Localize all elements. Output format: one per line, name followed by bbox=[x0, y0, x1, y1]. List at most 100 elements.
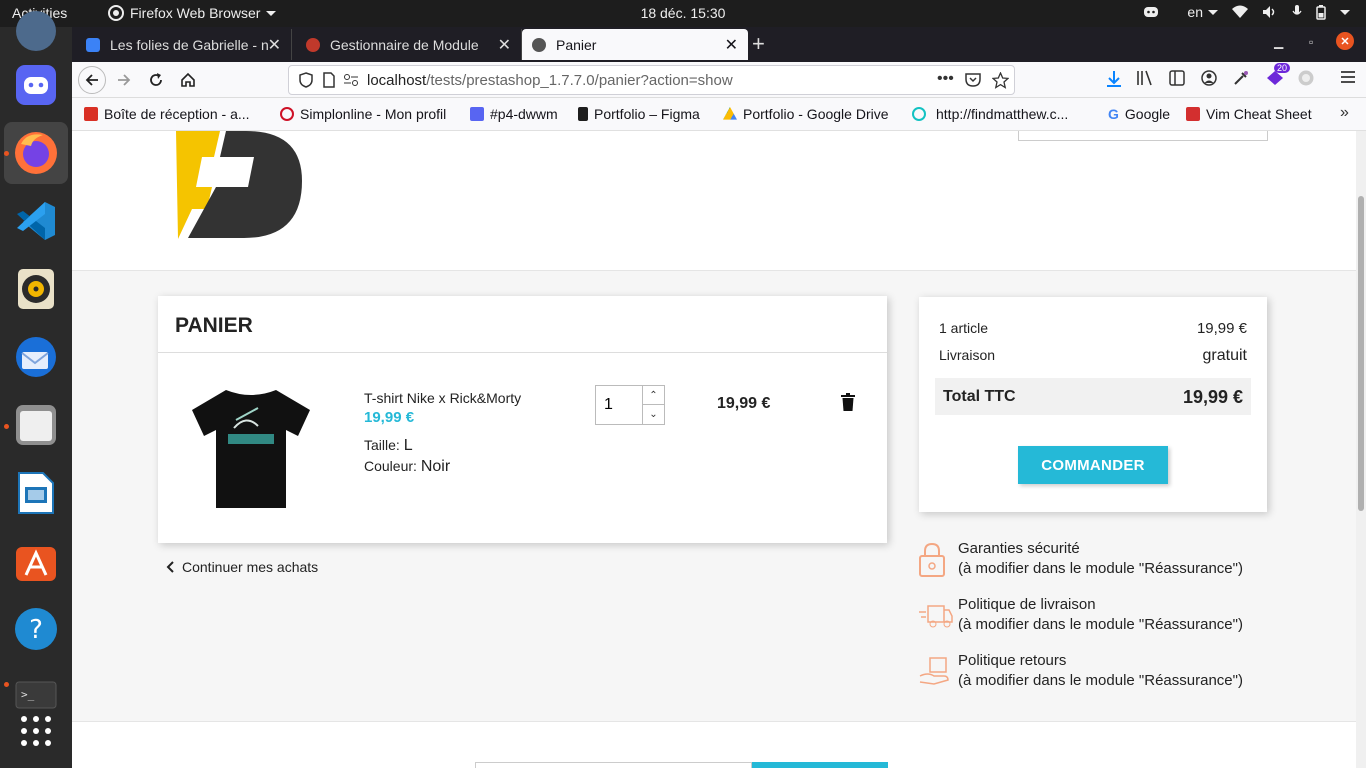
tab-gestionnaire-module[interactable]: Gestionnaire de Module ✕ bbox=[296, 29, 522, 60]
pocket-icon[interactable] bbox=[965, 72, 981, 88]
continue-shopping-link[interactable]: Continuer mes achats bbox=[166, 559, 318, 575]
url-path: /tests/prestashop_1.7.7.0/panier?action=… bbox=[426, 71, 733, 89]
dock: ? >_ bbox=[0, 11, 72, 768]
reassurance-returns: Politique retours (à modifier dans le mo… bbox=[918, 652, 1298, 696]
back-arrow-icon bbox=[85, 74, 98, 86]
dock-discord-icon[interactable] bbox=[12, 61, 60, 109]
shop-header bbox=[72, 131, 1356, 271]
downloads-icon[interactable] bbox=[1106, 70, 1122, 88]
page-scrollbar[interactable] bbox=[1356, 131, 1366, 768]
shield-icon[interactable] bbox=[299, 72, 313, 88]
hamburger-menu-icon[interactable] bbox=[1340, 70, 1356, 84]
quantity-input[interactable]: 1 bbox=[604, 396, 613, 414]
simplonline-icon bbox=[280, 107, 294, 121]
product-image[interactable] bbox=[188, 384, 314, 512]
close-tab-icon[interactable]: ✕ bbox=[498, 35, 511, 55]
search-input[interactable] bbox=[1018, 131, 1268, 141]
wifi-icon[interactable] bbox=[1232, 5, 1248, 19]
more-bookmarks-icon[interactable]: » bbox=[1340, 104, 1349, 122]
bookmark-vim-cheat-sheet[interactable]: Vim Cheat Sheet bbox=[1186, 106, 1312, 122]
bookmark-star-icon[interactable] bbox=[992, 71, 1009, 89]
dock-rhythmbox-icon[interactable] bbox=[12, 265, 60, 313]
newsletter-subscribe-button[interactable] bbox=[752, 762, 888, 768]
findmatthew-icon bbox=[912, 107, 926, 121]
newsletter-email-field[interactable] bbox=[475, 762, 752, 768]
sidebar-icon[interactable] bbox=[1169, 70, 1185, 86]
quantity-stepper[interactable]: 1 ⌃ ⌄ bbox=[595, 385, 665, 425]
volume-icon[interactable] bbox=[1262, 5, 1278, 19]
bookmark-findmatthew[interactable]: http://findmatthew.c... bbox=[912, 106, 1068, 122]
maximize-window-icon[interactable]: ▫ bbox=[1309, 35, 1313, 49]
dock-thunderbird-icon[interactable] bbox=[12, 333, 60, 381]
permissions-icon[interactable] bbox=[343, 73, 359, 87]
cart-card: PANIER T-shirt Nike x Rick&Morty 19,99 €… bbox=[158, 296, 887, 543]
chevron-down-icon[interactable]: ⌄ bbox=[642, 405, 664, 424]
chevron-left-icon bbox=[166, 561, 174, 573]
home-button[interactable] bbox=[174, 66, 202, 94]
clock[interactable]: 18 déc. 15:30 bbox=[641, 5, 726, 21]
color-value: Noir bbox=[420, 458, 451, 475]
cart-title: PANIER bbox=[175, 314, 253, 337]
system-tray[interactable]: en bbox=[1143, 4, 1350, 20]
product-name[interactable]: T-shirt Nike x Rick&Morty bbox=[364, 390, 521, 406]
bookmark-simplonline[interactable]: Simplonline - Mon profil bbox=[280, 106, 446, 122]
tab-les-folies[interactable]: Les folies de Gabrielle - n ✕ bbox=[76, 29, 292, 60]
summary-shipping-label: Livraison bbox=[939, 347, 996, 363]
tab-panier[interactable]: Panier ✕ bbox=[522, 29, 748, 60]
newsletter-section bbox=[72, 721, 1356, 768]
dock-app-partial[interactable] bbox=[12, 7, 60, 55]
new-tab-button[interactable]: + bbox=[752, 31, 765, 57]
url-bar[interactable]: localhost/tests/prestashop_1.7.7.0/panie… bbox=[288, 65, 1015, 95]
dock-help-icon[interactable]: ? bbox=[12, 605, 60, 653]
divider bbox=[158, 352, 887, 353]
shop-logo[interactable] bbox=[174, 131, 304, 239]
url-text[interactable]: localhost/tests/prestashop_1.7.7.0/panie… bbox=[367, 72, 733, 89]
page-actions-icon[interactable]: ••• bbox=[937, 70, 954, 88]
discord-tray-icon[interactable] bbox=[1143, 6, 1159, 18]
bookmark-google-drive[interactable]: Portfolio - Google Drive bbox=[723, 106, 889, 122]
dock-firefox-icon[interactable] bbox=[4, 122, 68, 184]
microphone-icon[interactable] bbox=[1292, 5, 1302, 19]
language-selector[interactable]: en bbox=[1187, 4, 1218, 20]
bookmark-google[interactable]: G Google bbox=[1108, 106, 1170, 122]
checkout-button[interactable]: COMMANDER bbox=[1018, 446, 1168, 484]
svg-text:?: ? bbox=[29, 615, 43, 645]
product-color: Couleur: Noir bbox=[364, 458, 450, 476]
lock-icon bbox=[919, 542, 945, 577]
home-icon bbox=[181, 72, 195, 87]
app-menu[interactable]: Firefox Web Browser bbox=[108, 5, 277, 21]
summary-total-label: Total TTC bbox=[943, 388, 1016, 405]
reload-button[interactable] bbox=[142, 66, 170, 94]
trash-icon[interactable] bbox=[841, 393, 855, 411]
product-price: 19,99 € bbox=[364, 409, 415, 426]
extension-grey-icon[interactable] bbox=[1298, 70, 1314, 86]
forward-arrow-icon bbox=[118, 74, 131, 86]
dock-libreoffice-impress-icon[interactable] bbox=[12, 469, 60, 517]
bookmarks-toolbar: Boîte de réception - a... Simplonline - … bbox=[72, 98, 1366, 131]
dock-vscode-icon[interactable] bbox=[12, 197, 60, 245]
dock-software-center-icon[interactable] bbox=[12, 537, 60, 585]
battery-icon[interactable] bbox=[1316, 4, 1326, 20]
summary-shipping-value: gratuit bbox=[1202, 347, 1247, 364]
bookmark-portfolio-figma[interactable]: Portfolio – Figma bbox=[578, 106, 700, 122]
close-tab-icon[interactable]: ✕ bbox=[268, 35, 281, 55]
chevron-up-icon[interactable]: ⌃ bbox=[642, 386, 664, 405]
scrollbar-thumb[interactable] bbox=[1358, 196, 1364, 511]
forward-button[interactable] bbox=[110, 66, 138, 94]
extension-button[interactable]: 20 bbox=[1265, 63, 1291, 91]
bookmark-p4-dwwm[interactable]: #p4-dwwm bbox=[470, 106, 558, 122]
account-icon[interactable] bbox=[1201, 70, 1217, 86]
dock-files-icon[interactable] bbox=[12, 401, 60, 449]
bookmark-gmail[interactable]: Boîte de réception - a... bbox=[84, 106, 250, 122]
eyedropper-icon[interactable] bbox=[1233, 70, 1249, 86]
minimize-window-icon[interactable]: ▁ bbox=[1274, 35, 1283, 49]
tab-title: Panier bbox=[556, 36, 597, 53]
close-window-icon[interactable] bbox=[1336, 32, 1354, 53]
back-button[interactable] bbox=[78, 66, 106, 94]
size-label: Taille: bbox=[364, 437, 400, 453]
show-applications-icon[interactable] bbox=[12, 707, 60, 755]
reassurance-title: Politique de livraison bbox=[958, 596, 1096, 613]
system-menu-chevron-icon[interactable] bbox=[1340, 9, 1350, 15]
close-tab-icon[interactable]: ✕ bbox=[725, 35, 738, 55]
library-icon[interactable] bbox=[1136, 70, 1154, 86]
